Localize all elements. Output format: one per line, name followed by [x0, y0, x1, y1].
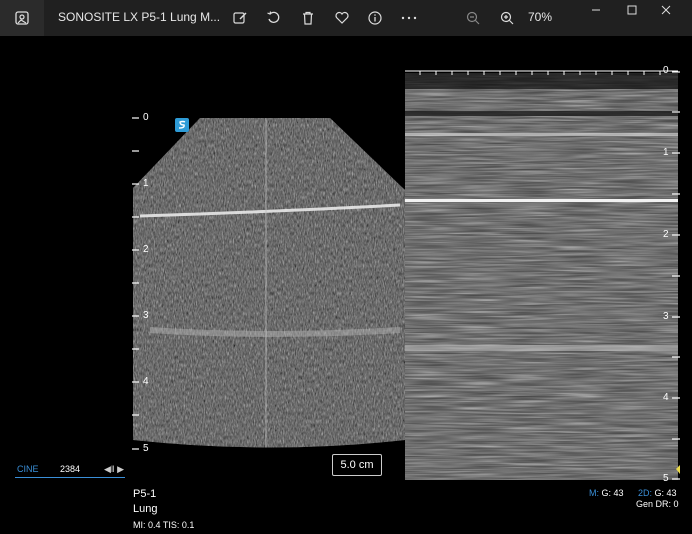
cine-frame-number: 2384	[60, 464, 81, 474]
m-mode-gain-value: G: 43	[601, 488, 624, 498]
mi-tis-readout: MI: 0.4 TIS: 0.1	[133, 520, 195, 530]
m-depth-label-5: 5	[663, 473, 669, 484]
twod-gain-value: G: 43	[654, 488, 677, 498]
cine-playback-controls: ◀‖ ▶	[104, 464, 125, 474]
scale-indicator: 5.0 cm	[332, 454, 382, 476]
preset-label: Lung	[133, 503, 158, 515]
m-depth-label-1: 1	[663, 147, 669, 158]
m-depth-label-0: 0	[663, 65, 669, 76]
m-mode-gain-label: M:	[589, 488, 599, 498]
m-depth-label-4: 4	[663, 392, 669, 403]
gen-dr-readout: Gen DR: 0	[636, 499, 679, 509]
focus-marker	[676, 465, 680, 474]
cine-progress-line	[15, 477, 125, 478]
probe-label: P5-1	[133, 488, 157, 500]
cine-label: CINE	[17, 464, 39, 474]
m-depth-label-3: 3	[663, 311, 669, 322]
m-depth-label-2: 2	[663, 229, 669, 240]
twod-gain-label: 2D:	[638, 488, 653, 498]
